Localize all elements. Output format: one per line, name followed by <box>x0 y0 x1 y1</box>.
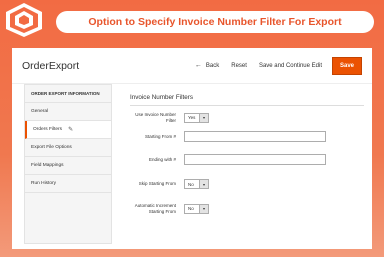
starting-from-label: Starting From # <box>144 133 176 139</box>
page-title: OrderExport <box>22 59 80 72</box>
ending-with-input[interactable] <box>184 154 326 165</box>
sidebar-item-export-file-options[interactable]: Export File Options <box>25 139 111 157</box>
form-area: Invoice Number Filters Use Invoice Numbe… <box>112 84 372 244</box>
skip-starting-label: Skip Starting From <box>138 181 176 187</box>
use-invoice-row: Use Invoice Number Filter Yes ▾ <box>130 112 364 123</box>
brand-logo <box>4 2 44 38</box>
banner: Option to Specify Invoice Number Filter … <box>56 11 374 33</box>
page-header: OrderExport ← Back Reset Save and Contin… <box>12 48 372 84</box>
content: ORDER EXPORT INFORMATION General Orders … <box>12 84 372 244</box>
use-invoice-select[interactable]: Yes ▾ <box>184 112 209 123</box>
auto-increment-row: Automatic Increment Starting From No ▾ <box>130 203 364 214</box>
sidebar-item-label: Export File Options <box>31 145 72 150</box>
sidebar-item-orders-filters[interactable]: Orders Filters ✎ <box>25 121 111 139</box>
arrow-left-icon: ← <box>194 62 202 69</box>
auto-increment-label: Automatic Increment Starting From <box>134 203 176 214</box>
banner-title: Option to Specify Invoice Number Filter … <box>88 16 342 28</box>
save-continue-button[interactable]: Save and Continue Edit <box>259 63 322 69</box>
sidebar-item-general[interactable]: General <box>25 103 111 121</box>
starting-from-row: Starting From # <box>130 131 364 142</box>
section-title: Invoice Number Filters <box>130 94 364 106</box>
skip-starting-value: No <box>188 181 194 187</box>
sidebar-item-field-mappings[interactable]: Field Mappings <box>25 157 111 175</box>
sidebar-heading: ORDER EXPORT INFORMATION <box>25 85 111 103</box>
sidebar-item-label: Run History <box>31 181 57 186</box>
chevron-down-icon: ▾ <box>199 180 208 188</box>
admin-panel: OrderExport ← Back Reset Save and Contin… <box>12 48 372 249</box>
auto-increment-value: No <box>188 206 194 211</box>
chevron-down-icon: ▾ <box>199 113 208 122</box>
pencil-icon: ✎ <box>68 127 74 133</box>
skip-starting-select[interactable]: No ▾ <box>184 179 209 189</box>
starting-from-input[interactable] <box>184 131 326 142</box>
ending-with-label: Ending with # <box>148 156 176 162</box>
sidebar: ORDER EXPORT INFORMATION General Orders … <box>24 84 112 244</box>
sidebar-item-label: Field Mappings <box>31 163 64 168</box>
ending-with-row: Ending with # <box>130 154 364 165</box>
skip-starting-row: Skip Starting From No ▾ <box>130 179 364 189</box>
auto-increment-select[interactable]: No ▾ <box>184 203 209 214</box>
sidebar-item-label: General <box>31 109 49 114</box>
sidebar-item-label: Orders Filters <box>33 127 63 132</box>
chevron-down-icon: ▾ <box>199 204 208 213</box>
back-button[interactable]: ← Back <box>195 62 219 69</box>
reset-button[interactable]: Reset <box>231 63 247 69</box>
use-invoice-value: Yes <box>188 115 196 120</box>
save-button[interactable]: Save <box>331 56 362 75</box>
use-invoice-label: Use Invoice Number Filter <box>135 112 176 123</box>
back-label: Back <box>205 62 220 69</box>
sidebar-item-run-history[interactable]: Run History <box>25 175 111 193</box>
